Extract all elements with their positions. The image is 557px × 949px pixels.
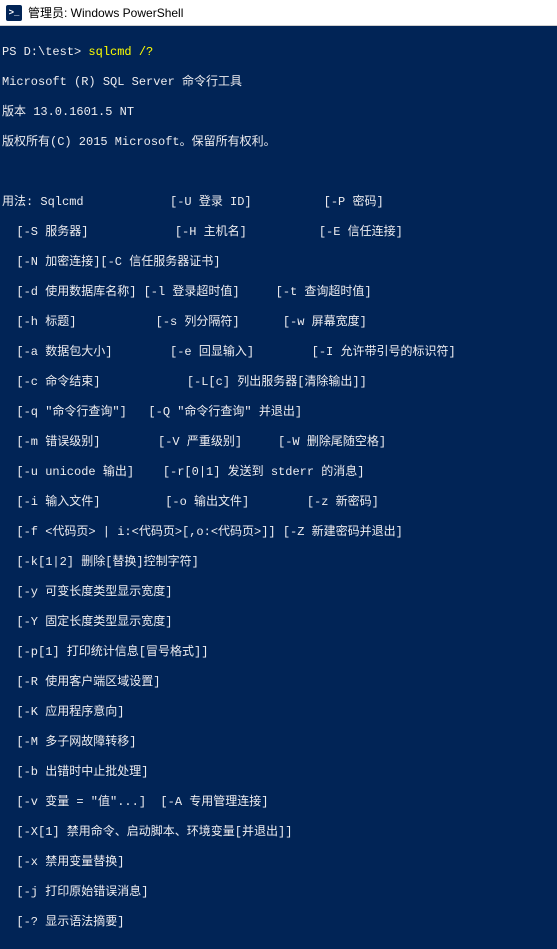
usage-line: [-q "命令行查询"] [-Q "命令行查询" 并退出] xyxy=(2,405,555,420)
usage-line: [-p[1] 打印统计信息[冒号格式]] xyxy=(2,645,555,660)
usage-line: [-M 多子网故障转移] xyxy=(2,735,555,750)
usage-line: [-u unicode 输出] [-r[0|1] 发送到 stderr 的消息] xyxy=(2,465,555,480)
blank-line xyxy=(2,165,555,180)
usage-line: [-f <代码页> | i:<代码页>[,o:<代码页>]] [-Z 新建密码并… xyxy=(2,525,555,540)
prompt-path: D:\test> xyxy=(24,45,82,59)
usage-line: 用法: Sqlcmd [-U 登录 ID] [-P 密码] xyxy=(2,195,555,210)
terminal-output: PS D:\test> sqlcmd /? Microsoft (R) SQL … xyxy=(0,26,557,949)
usage-line: [-x 禁用变量替换] xyxy=(2,855,555,870)
usage-line: [-S 服务器] [-H 主机名] [-E 信任连接] xyxy=(2,225,555,240)
usage-line: [-v 变量 = "值"...] [-A 专用管理连接] xyxy=(2,795,555,810)
usage-line: [-c 命令结束] [-L[c] 列出服务器[清除输出]] xyxy=(2,375,555,390)
usage-line: [-d 使用数据库名称] [-l 登录超时值] [-t 查询超时值] xyxy=(2,285,555,300)
usage-line: [-i 输入文件] [-o 输出文件] [-z 新密码] xyxy=(2,495,555,510)
usage-line: [-R 使用客户端区域设置] xyxy=(2,675,555,690)
usage-line: [-N 加密连接][-C 信任服务器证书] xyxy=(2,255,555,270)
command-text: sqlcmd /? xyxy=(88,45,153,59)
usage-line: [-h 标题] [-s 列分隔符] [-w 屏幕宽度] xyxy=(2,315,555,330)
powershell-icon: >_ xyxy=(6,5,22,21)
usage-line: [-X[1] 禁用命令、启动脚本、环境变量[并退出]] xyxy=(2,825,555,840)
usage-line: [-a 数据包大小] [-e 回显输入] [-I 允许带引号的标识符] xyxy=(2,345,555,360)
usage-line: [-? 显示语法摘要] xyxy=(2,915,555,930)
usage-line: [-K 应用程序意向] xyxy=(2,705,555,720)
window-title: 管理员: Windows PowerShell xyxy=(28,4,183,21)
usage-line: [-Y 固定长度类型显示宽度] xyxy=(2,615,555,630)
prompt-line[interactable]: PS D:\test> sqlcmd /? xyxy=(2,45,555,60)
header-version: 版本 13.0.1601.5 NT xyxy=(2,105,555,120)
usage-line: [-k[1|2] 删除[替换]控制字符] xyxy=(2,555,555,570)
titlebar: >_ 管理员: Windows PowerShell xyxy=(0,0,557,26)
usage-line: [-b 出错时中止批处理] xyxy=(2,765,555,780)
prompt-ps: PS xyxy=(2,45,24,59)
header-copyright: 版权所有(C) 2015 Microsoft。保留所有权利。 xyxy=(2,135,555,150)
usage-line: [-j 打印原始错误消息] xyxy=(2,885,555,900)
usage-line: [-m 错误级别] [-V 严重级别] [-W 删除尾随空格] xyxy=(2,435,555,450)
header-product: Microsoft (R) SQL Server 命令行工具 xyxy=(2,75,555,90)
usage-line: [-y 可变长度类型显示宽度] xyxy=(2,585,555,600)
